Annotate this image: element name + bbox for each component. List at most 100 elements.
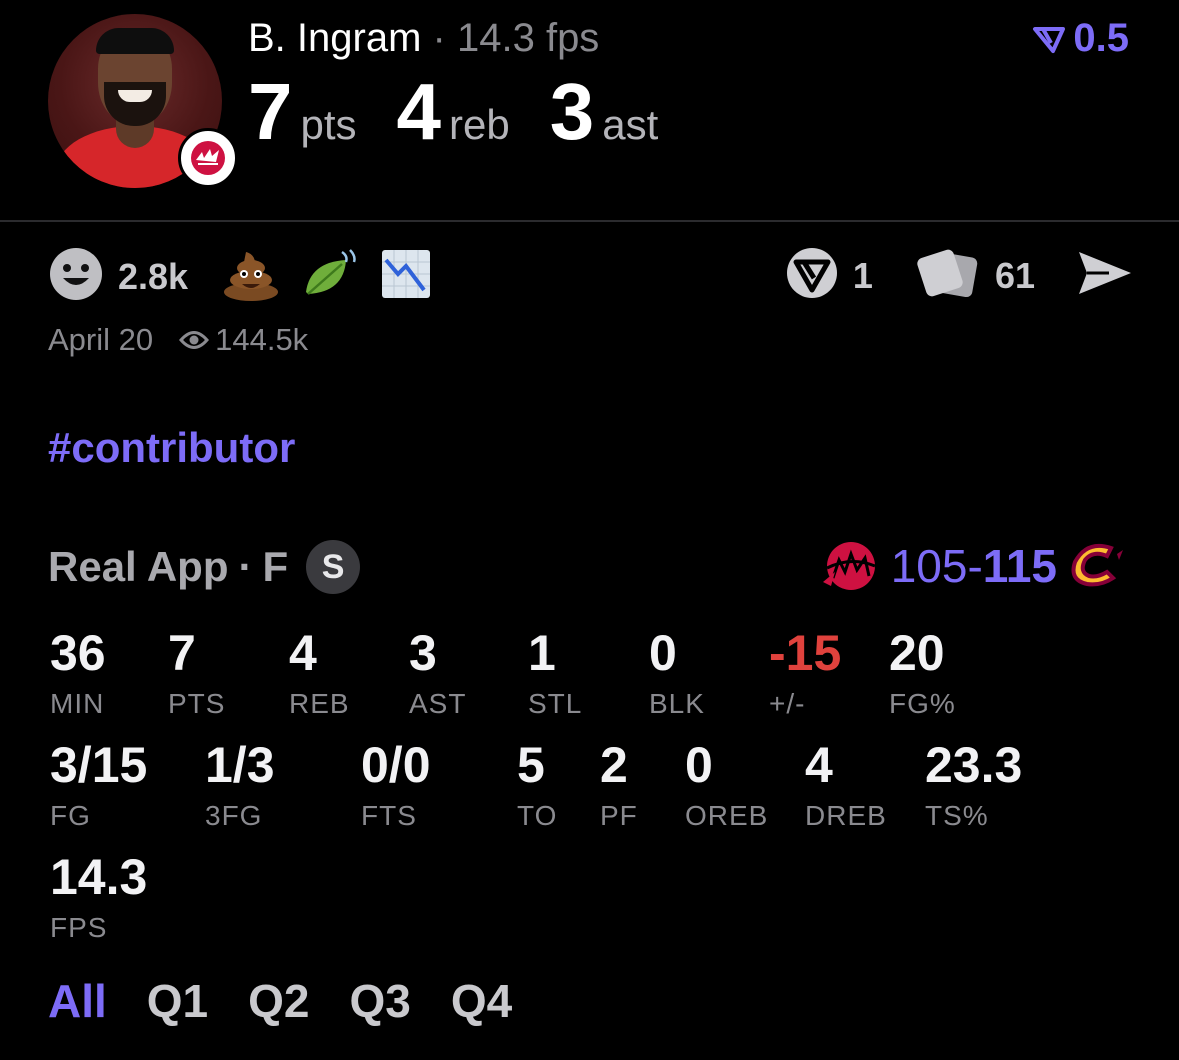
raptors-logo-icon [822,542,876,590]
stat-plus-minus: -15 +/- [769,628,841,720]
leaf-emoji[interactable] [300,246,360,307]
stat-fg-pct: 20 FG% [889,628,956,720]
stat-label: MIN [50,688,105,719]
stat-label: OREB [685,800,769,831]
vote-icon[interactable] [785,246,839,305]
ast-value: 3 [549,67,595,156]
smile-icon[interactable] [48,246,104,307]
odds-funnel-icon [1033,26,1066,53]
stat-value: -15 [769,625,842,681]
post-date: April 20 [48,322,154,357]
raptors-logo-icon [178,128,238,188]
stat-stl: 1 STL [528,628,582,720]
stat-value: 7 [168,625,196,681]
views-count: 144.5k [215,322,309,357]
stat-to: 5 TO [517,740,557,832]
tab-q1[interactable]: Q1 [147,974,208,1028]
player-statline: 7 pts 4 reb 3 ast [248,72,698,152]
separator: · [432,16,446,60]
share-icon[interactable] [1077,248,1133,303]
stat-label: 3FG [205,800,263,831]
header-divider [0,220,1179,222]
stat-value: 2 [600,737,628,793]
pts-label: pts [300,101,357,148]
game-score[interactable]: 105-115 [821,538,1125,594]
poop-emoji[interactable] [222,246,280,307]
chart-down-emoji[interactable] [380,248,432,305]
tab-q3[interactable]: Q3 [350,974,411,1028]
stat-value: 1 [528,625,556,681]
stat-dreb: 4 DREB [805,740,887,832]
stat-value: 23.3 [925,737,1023,793]
player-fps: 14.3 fps [456,16,600,60]
tab-all[interactable]: All [48,974,107,1028]
stat-value: 0 [685,737,713,793]
dot-separator: · [238,543,253,590]
stat-value: 0 [649,625,677,681]
views: 144.5k [179,322,308,358]
game-source: Real App · F S [48,540,361,594]
player-name[interactable]: B. Ingram [248,16,421,60]
tab-q4[interactable]: Q4 [451,974,512,1028]
quarter-tabs: All Q1 Q2 Q3 Q4 [48,974,512,1028]
source-label: Real App [48,543,229,590]
hashtag-link[interactable]: #contributor [48,424,295,472]
cavaliers-logo-icon [1071,543,1123,587]
post-meta: April 20 144.5k [48,322,308,358]
stat-label: FTS [361,800,417,831]
stat-label: BLK [649,688,705,719]
stat-value: 3/15 [50,737,148,793]
stat-label: DREB [805,800,887,831]
reb-label: reb [449,101,510,148]
stat-label: PTS [168,688,226,719]
ast-label: ast [602,101,659,148]
smile-count: 2.8k [118,255,189,297]
tab-q2[interactable]: Q2 [248,974,309,1028]
stat-fps: 14.3 FPS [50,852,147,944]
score-dash: - [967,540,983,592]
stat-value: 20 [889,625,945,681]
actions-bar: 1 61 [785,246,1133,305]
stat-ts-pct: 23.3 TS% [925,740,1022,832]
stat-3fg: 1/3 3FG [205,740,275,832]
stat-reb: 4 REB [289,628,350,720]
stat-ast: 3 AST [409,628,466,720]
stat-label: STL [528,688,583,719]
reb-value: 4 [396,67,442,156]
stat-label: FPS [50,912,108,943]
stat-label: FG% [889,688,956,719]
stat-blk: 0 BLK [649,628,705,720]
cards-count: 61 [994,254,1035,296]
stat-value: 36 [50,625,106,681]
pts-value: 7 [248,67,293,156]
stat-pts: 7 PTS [168,628,225,720]
stat-oreb: 0 OREB [685,740,768,832]
eye-icon [179,331,210,349]
score-right: 115 [982,540,1057,592]
cards-icon[interactable] [915,247,981,304]
stat-value: 5 [517,737,545,793]
stat-pf: 2 PF [600,740,638,832]
stat-fg: 3/15 FG [50,740,147,832]
stat-label: +/- [769,688,806,719]
stat-label: REB [289,688,350,719]
stat-value: 14.3 [50,849,148,905]
stat-label: TO [517,800,558,831]
stat-label: FG [50,800,91,831]
odds-value: 0.5 [1073,16,1129,60]
game-status: F [262,543,289,590]
stat-label: PF [600,800,638,831]
starter-badge: S [306,540,361,594]
player-title[interactable]: B. Ingram · 14.3 fps [248,16,599,61]
odds-button[interactable]: 0.5 [1031,16,1129,61]
score-left: 105 [890,540,968,592]
reactions-bar: 2.8k [48,246,432,307]
stat-value: 0/0 [361,737,431,793]
stat-label: TS% [925,800,989,831]
stat-value: 3 [409,625,437,681]
stat-fts: 0/0 FTS [361,740,431,832]
vote-count: 1 [852,254,873,296]
stat-value: 1/3 [205,737,275,793]
stat-value: 4 [805,737,833,793]
stat-value: 4 [289,625,317,681]
